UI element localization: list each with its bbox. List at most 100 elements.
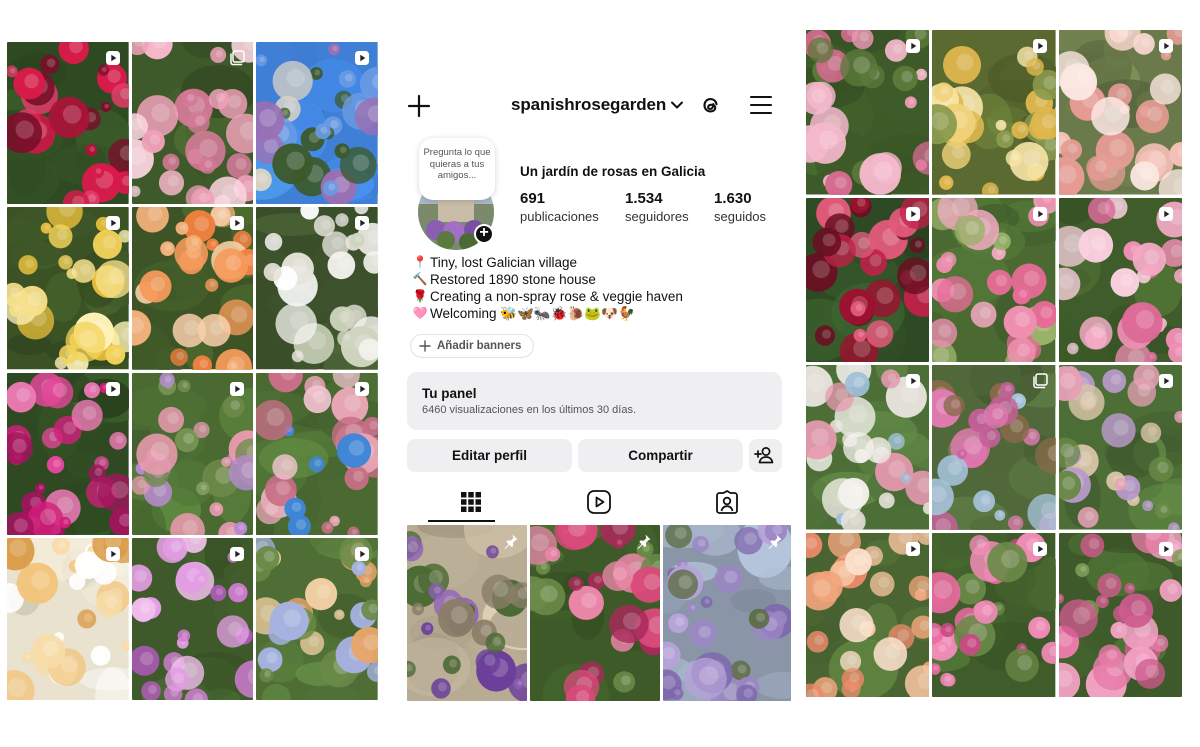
grid-post[interactable]: [932, 365, 1056, 530]
grid-post[interactable]: [1058, 532, 1182, 697]
grid-post[interactable]: [932, 532, 1056, 697]
reel-icon: [1159, 206, 1173, 221]
reel-icon: [105, 51, 120, 65]
reel-icon: [1032, 541, 1047, 556]
reel-icon: [354, 51, 369, 65]
reel-icon: [1159, 541, 1173, 556]
grid-post[interactable]: [806, 532, 930, 697]
bio-line: 🩷 Welcoming 🐝🦋🐜🐞🐌🐸🐶🐓: [412, 305, 683, 322]
pin-icon: [768, 534, 782, 549]
grid-post[interactable]: [932, 197, 1056, 362]
right-photo-grid: [806, 30, 1182, 697]
reels-icon: [587, 489, 611, 514]
create-plus-icon[interactable]: [407, 94, 431, 118]
profile-tabs: [407, 480, 791, 523]
profile-screen: spanishrosegarden + Pregunta lo que quie…: [398, 0, 796, 747]
note-bubble[interactable]: Pregunta lo que quieras a tus amigos...: [419, 138, 495, 200]
threads-icon[interactable]: [698, 92, 724, 118]
reel-icon: [105, 546, 120, 561]
pin-icon: [504, 534, 518, 549]
reel-icon: [105, 381, 120, 396]
grid-post[interactable]: [131, 372, 254, 535]
reel-icon: [1159, 374, 1173, 388]
grid-post[interactable]: [7, 42, 129, 205]
grid-post[interactable]: [806, 365, 930, 530]
dashboard-panel[interactable]: Tu panel 6460 visualizaciones en los últ…: [407, 372, 782, 430]
add-banners-label: Añadir banners: [437, 340, 522, 352]
grid-post[interactable]: [256, 372, 378, 535]
bio-text: Restored 1890 stone house: [430, 272, 596, 287]
bio-line: 📍 Tiny, lost Galician village: [412, 254, 683, 271]
reel-icon: [354, 546, 369, 561]
reel-icon: [230, 546, 245, 561]
grid-post[interactable]: [131, 42, 254, 205]
add-banners-button[interactable]: Añadir banners: [410, 334, 535, 358]
add-story-icon[interactable]: +: [474, 224, 494, 244]
discover-people-button[interactable]: [749, 439, 782, 472]
pinned-post[interactable]: [530, 525, 660, 701]
add-person-icon: [754, 447, 774, 464]
panel-title: Tu panel: [422, 386, 477, 401]
edit-profile-button[interactable]: Editar perfil: [407, 439, 572, 472]
grid-post[interactable]: [131, 537, 254, 700]
stat-label: seguidores: [625, 209, 689, 224]
bio: 📍 Tiny, lost Galician village 🔨 Restored…: [412, 254, 683, 322]
carousel-icon: [1032, 373, 1048, 389]
tagged-icon: [716, 489, 738, 514]
stat-label: seguidos: [714, 209, 767, 224]
grid-post[interactable]: [131, 207, 254, 370]
hammer-icon: 🔨: [412, 272, 428, 286]
stat-following[interactable]: 1.630 seguidos: [714, 190, 766, 224]
profile-actions: Editar perfil Compartir: [407, 439, 782, 472]
grid-post[interactable]: [1058, 197, 1182, 362]
stat-followers[interactable]: 1.534 seguidores: [625, 190, 689, 224]
top-bar: spanishrosegarden: [398, 86, 796, 126]
tab-grid[interactable]: [407, 480, 535, 523]
pinned-post[interactable]: [663, 525, 791, 701]
pinned-posts: [407, 525, 791, 701]
pin-icon: [637, 534, 651, 549]
grid-post[interactable]: [7, 207, 129, 370]
menu-icon[interactable]: [749, 93, 773, 117]
left-photo-grid: [7, 42, 378, 700]
pinned-post[interactable]: [407, 525, 527, 701]
reel-icon: [1032, 39, 1047, 53]
reel-icon: [906, 541, 921, 556]
chevron-down-icon[interactable]: [670, 98, 684, 112]
grid-post[interactable]: [256, 207, 378, 370]
grid-post[interactable]: [7, 537, 129, 700]
bio-line: 🌹 Creating a non-spray rose & veggie hav…: [412, 288, 683, 305]
grid-post[interactable]: [806, 30, 930, 195]
username[interactable]: spanishrosegarden: [511, 95, 666, 115]
grid-post[interactable]: [7, 372, 129, 535]
bio-line: 🔨 Restored 1890 stone house: [412, 271, 683, 288]
grid-post[interactable]: [256, 42, 378, 205]
grid-post[interactable]: [1058, 30, 1182, 195]
share-profile-button[interactable]: Compartir: [578, 439, 743, 472]
reel-icon: [906, 39, 921, 53]
bio-text: Creating a non-spray rose & veggie haven: [430, 289, 683, 304]
reel-icon: [230, 216, 245, 231]
stat-value: 691: [520, 190, 546, 207]
grid-post[interactable]: [932, 30, 1056, 195]
active-tab-indicator: [428, 520, 495, 522]
bio-text: Tiny, lost Galician village: [430, 255, 578, 270]
grid-post[interactable]: [1058, 365, 1182, 530]
stat-posts[interactable]: 691 publicaciones: [520, 190, 599, 224]
reel-icon: [1159, 39, 1173, 53]
stat-value: 1.534: [625, 190, 663, 207]
reel-icon: [354, 216, 369, 231]
pin-icon: 📍: [412, 255, 428, 269]
tab-tagged[interactable]: [663, 480, 791, 523]
grid-icon: [461, 491, 481, 512]
reel-icon: [906, 374, 921, 388]
carousel-icon: [230, 50, 246, 66]
grid-post[interactable]: [806, 197, 930, 362]
panel-subtitle: 6460 visualizaciones en los últimos 30 d…: [422, 404, 637, 416]
grid-post[interactable]: [256, 537, 378, 700]
reel-icon: [1032, 206, 1047, 221]
tab-reels[interactable]: [535, 480, 663, 523]
bio-text: Welcoming 🐝🦋🐜🐞🐌🐸🐶🐓: [430, 306, 635, 321]
plus-icon: [419, 340, 431, 352]
heart-icon: 🩷: [412, 306, 428, 320]
